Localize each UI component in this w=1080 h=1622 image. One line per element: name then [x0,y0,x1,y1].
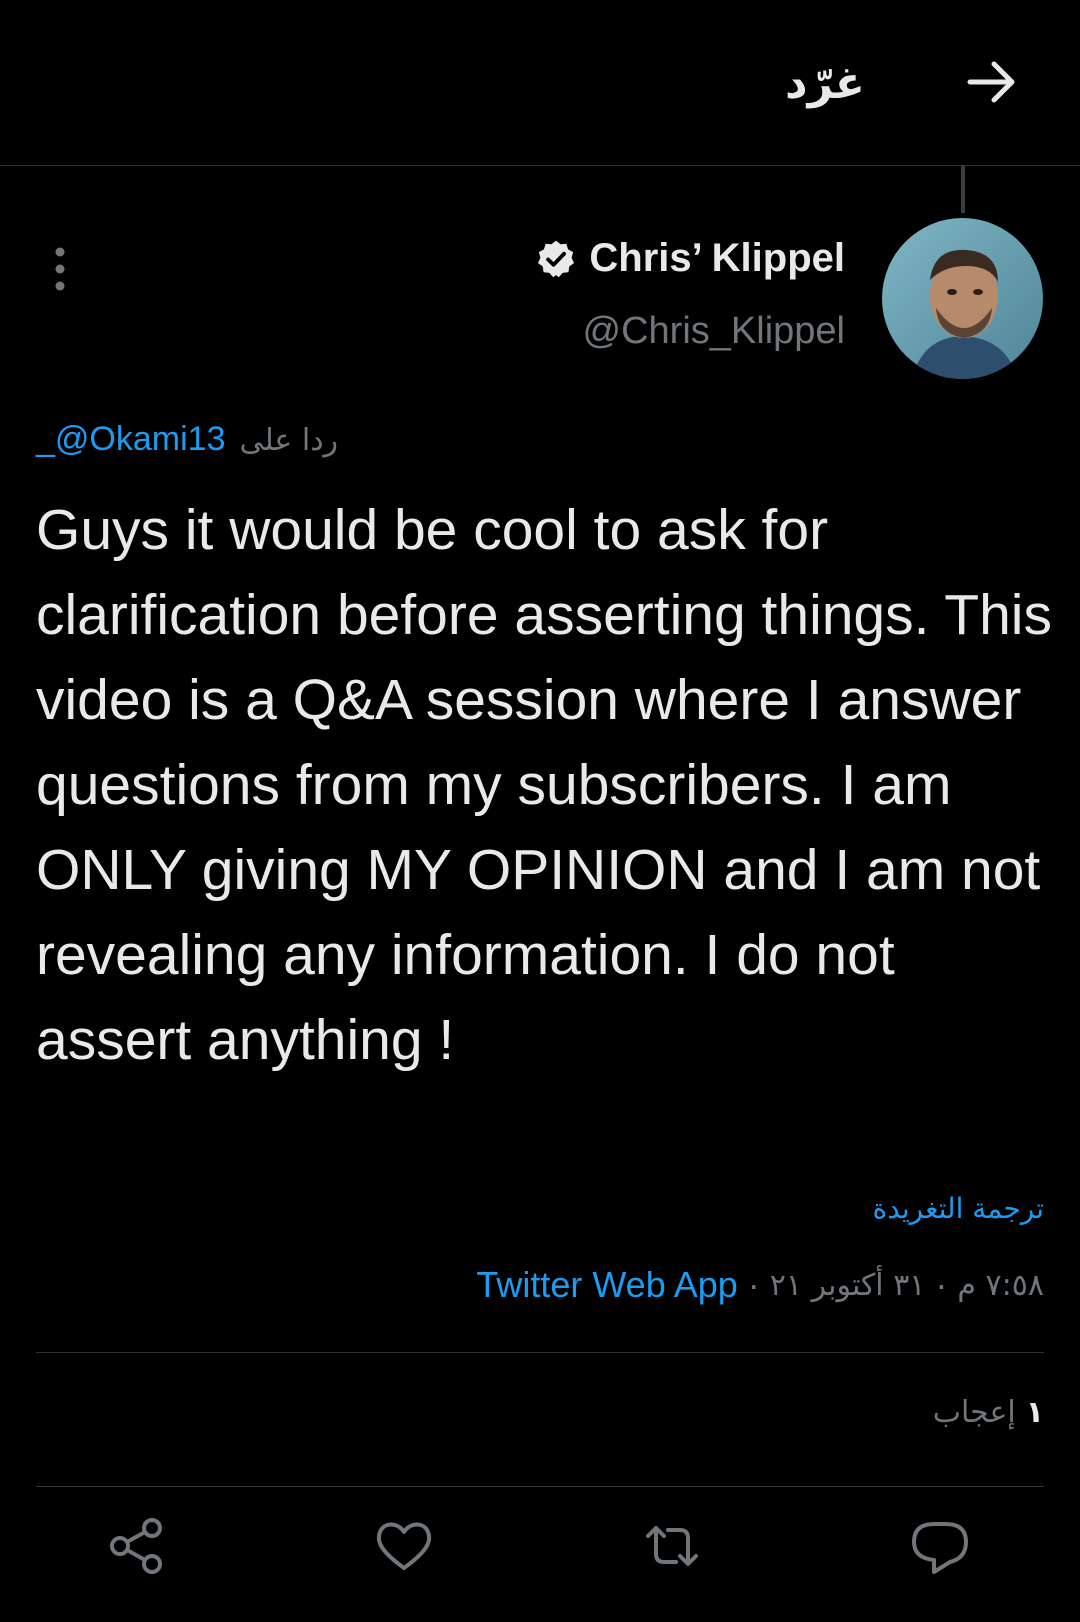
divider [36,1486,1044,1487]
share-icon [110,1518,162,1574]
avatar[interactable] [882,218,1043,379]
heart-icon [376,1522,432,1570]
tweet-metadata: Twitter Web App · ٣١ أكتوبر ٢١ · ٧:٥٨ م [476,1264,1044,1306]
retweet-button[interactable] [636,1510,708,1582]
reply-label: ردا على [239,423,339,458]
share-button[interactable] [100,1510,172,1582]
retweet-icon [646,1526,698,1566]
likes-label: إعجاب [932,1395,1016,1430]
thread-connector-line [961,165,965,213]
author-display-name: Chris’ Klippel [589,236,845,280]
divider [36,1352,1044,1353]
arrow-right-icon[interactable] [960,50,1024,114]
author-name-row[interactable]: Chris’ Klippel [535,236,845,281]
meta-separator-2: · [935,1264,948,1305]
reply-icon [912,1522,968,1574]
reply-mention-link[interactable]: _@Okami13 [36,420,225,458]
action-bar [0,1510,1080,1590]
reply-button[interactable] [904,1510,976,1582]
verified-badge-icon [538,240,575,277]
author-handle[interactable]: @Chris_Klippel [583,310,845,353]
source-app-link[interactable]: Twitter Web App [476,1264,737,1306]
likes-count: ١ [1025,1395,1044,1430]
meta-separator: · [747,1264,760,1305]
likes-stat[interactable]: ١ إعجاب [933,1395,1044,1430]
reply-context: _@Okami13 ردا على [36,420,338,459]
translate-tweet-link[interactable]: ترجمة التغريدة [872,1192,1044,1225]
top-bar: غرّد [0,0,1080,166]
tweet-date: ٣١ أكتوبر ٢١ [769,1267,926,1303]
tweet-text: Guys it would be cool to ask for clarifi… [36,498,1052,1072]
tweet-time: ٧:٥٨ م [957,1267,1044,1303]
page-title: غرّد [784,58,865,109]
like-button[interactable] [368,1510,440,1582]
more-options-icon[interactable] [44,244,76,294]
